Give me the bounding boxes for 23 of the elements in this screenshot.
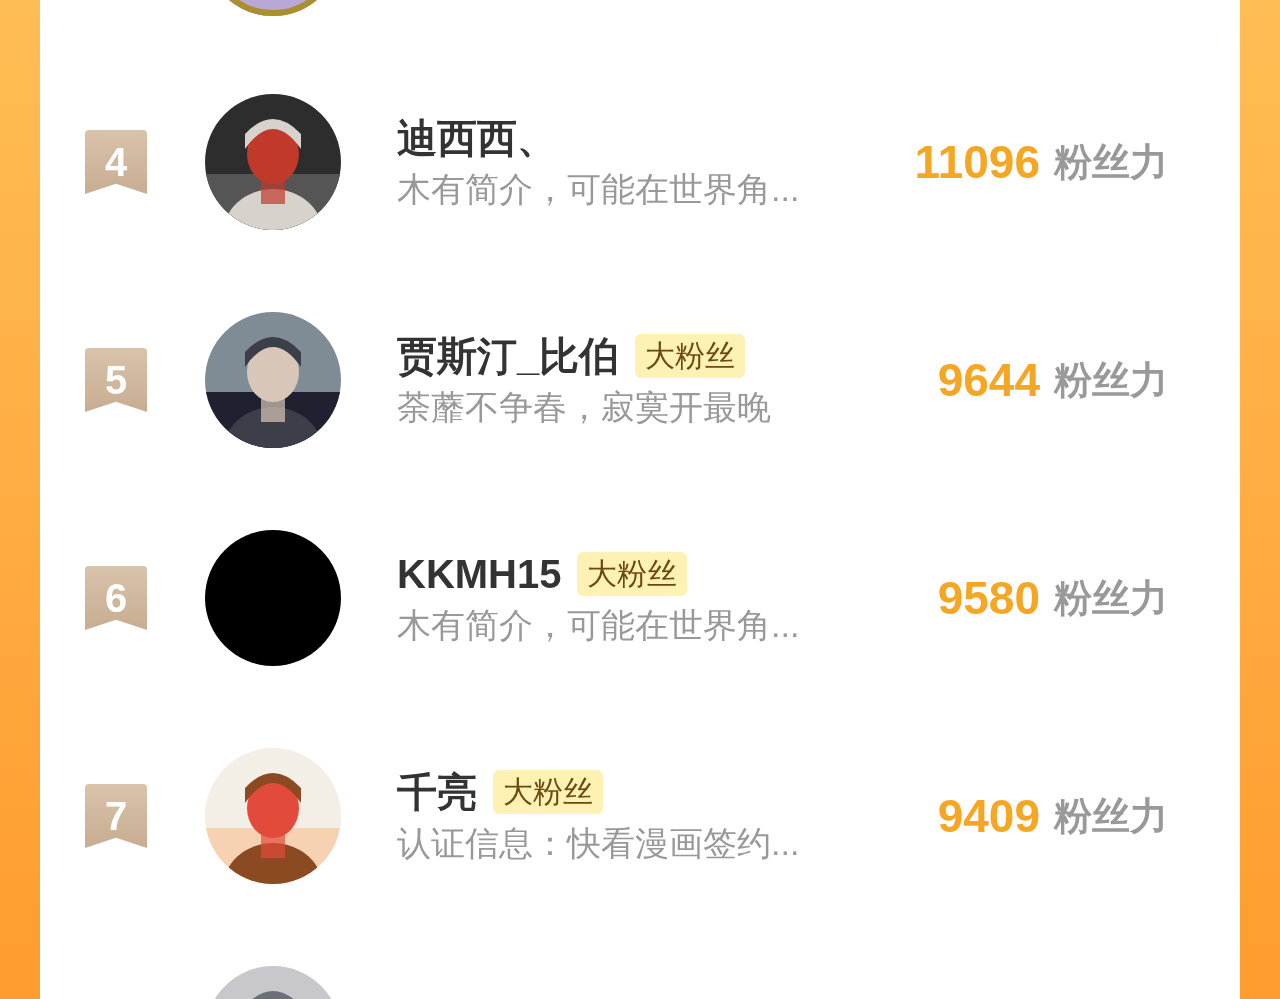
rank-badge: 5 <box>85 348 147 412</box>
user-name: 贾斯汀_比伯 <box>397 333 620 380</box>
user-bio: 荼蘼不争春，寂寞开最晚 <box>397 387 772 428</box>
fan-score: 9409 <box>937 788 1040 844</box>
rank-badge: 4 <box>85 130 147 194</box>
fan-badge: 大粉丝 <box>493 770 603 814</box>
fan-badge: 大粉丝 <box>635 334 746 378</box>
user-bio: 木有简介，可能在世界角... <box>397 169 801 210</box>
fan-score: 11096 <box>914 134 1040 190</box>
fan-score: 9580 <box>937 570 1040 626</box>
score-label: 粉丝力 <box>1054 793 1168 839</box>
score-label: 粉丝力 <box>1054 139 1168 185</box>
score-label: 粉丝力 <box>1054 575 1168 621</box>
user-bio: 木有简介，可能在世界角... <box>397 605 801 646</box>
rank-badge: 6 <box>85 566 147 630</box>
user-name: 千亮 <box>397 769 477 816</box>
user-name: 迪西西、 <box>397 115 557 162</box>
fan-badge: 大粉丝 <box>577 552 688 596</box>
fan-score: 9644 <box>937 352 1040 408</box>
score-label: 粉丝力 <box>1054 357 1168 403</box>
user-name: KKMH15 <box>397 551 562 598</box>
rank-badge: 7 <box>85 784 147 848</box>
user-bio: 认证信息：快看漫画签约... <box>397 823 801 864</box>
